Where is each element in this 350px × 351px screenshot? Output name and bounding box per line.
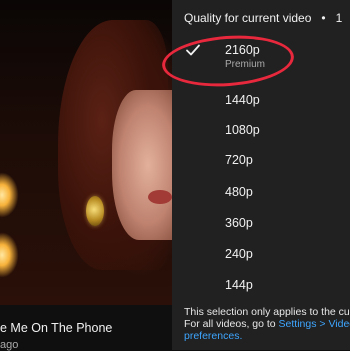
quality-footer-note: This selection only applies to the curr … (184, 306, 350, 342)
quality-option-480p[interactable]: 480p (172, 178, 350, 208)
quality-option-label: 144p (225, 278, 253, 292)
settings-video-link[interactable]: Settings > Video (279, 318, 350, 330)
footer-line-2-prefix: For all videos, go to (184, 318, 279, 330)
panel-title: Quality for current video (184, 11, 312, 25)
video-player[interactable] (0, 0, 172, 305)
video-frame-lips (148, 190, 172, 204)
panel-header: Quality for current video • 1 (184, 11, 342, 25)
video-frame-face (112, 90, 172, 240)
quality-option-label: 360p (225, 216, 253, 230)
video-meta: ago (0, 339, 19, 351)
quality-option-1080p[interactable]: 1080p (172, 116, 350, 146)
header-separator: • (321, 11, 326, 25)
quality-option-label: 720p (225, 153, 253, 167)
quality-option-144p[interactable]: 144p (172, 271, 350, 301)
quality-option-label: 1440p (225, 93, 260, 107)
header-tail: 1 (335, 11, 343, 25)
footer-line-1: This selection only applies to the curr (184, 306, 350, 318)
video-title[interactable]: e Me On The Phone (0, 321, 112, 335)
quality-option-1440p[interactable]: 1440p (172, 86, 350, 116)
quality-option-240p[interactable]: 240p (172, 240, 350, 270)
quality-option-720p[interactable]: 720p (172, 146, 350, 176)
quality-option-label: 240p (225, 247, 253, 261)
quality-option-label: 1080p (225, 123, 260, 137)
video-frame-earring (86, 196, 104, 226)
quality-option-label: 480p (225, 185, 253, 199)
quality-option-360p[interactable]: 360p (172, 209, 350, 239)
preferences-link[interactable]: preferences. (184, 330, 350, 342)
footer-line-2: For all videos, go to Settings > Video (184, 318, 350, 330)
